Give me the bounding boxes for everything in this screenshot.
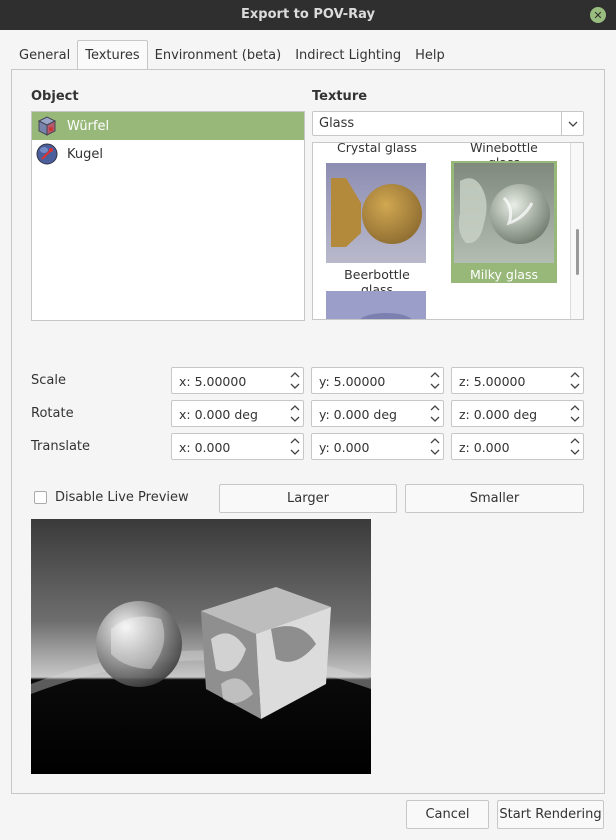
chevron-down-icon[interactable] (561, 112, 583, 135)
chevron-up-icon (570, 405, 580, 411)
object-item-label: Kugel (67, 146, 103, 162)
translate-y-spinner[interactable]: y: 0.000 (311, 433, 444, 460)
chevron-down-icon (290, 416, 300, 422)
object-item-kugel[interactable]: Kugel (32, 140, 304, 168)
title-bar: Export to POV-Ray ✕ (0, 0, 616, 30)
rotate-z-spinner[interactable]: z: 0.000 deg (451, 400, 584, 427)
disable-live-preview-label: Disable Live Preview (55, 490, 189, 505)
texture-category-value: Glass (319, 116, 355, 131)
chevron-up-icon (290, 372, 300, 378)
disable-live-preview-checkbox[interactable] (34, 491, 47, 504)
tab-textures[interactable]: Textures (77, 40, 148, 70)
texture-scrollbar[interactable] (570, 143, 583, 319)
chevron-down-icon (570, 383, 580, 389)
translate-label: Translate (31, 439, 91, 454)
scale-y-spinner[interactable]: y: 5.00000 (311, 367, 444, 394)
object-list[interactable]: Würfel Kugel (31, 111, 305, 321)
close-button[interactable]: ✕ (590, 7, 606, 23)
chevron-down-icon (290, 449, 300, 455)
swatch-next-row[interactable] (326, 291, 426, 319)
scale-z-spinner[interactable]: z: 5.00000 (451, 367, 584, 394)
tab-environment[interactable]: Environment (beta) (148, 40, 289, 70)
larger-button[interactable]: Larger (219, 484, 397, 513)
scale-label: Scale (31, 373, 66, 388)
translate-x-spinner[interactable]: x: 0.000 (171, 433, 304, 460)
translate-z-spinner[interactable]: z: 0.000 (451, 433, 584, 460)
close-icon: ✕ (593, 8, 603, 22)
object-header: Object (31, 89, 79, 104)
chevron-up-icon (290, 405, 300, 411)
chevron-up-icon (430, 372, 440, 378)
tab-indirect-lighting[interactable]: Indirect Lighting (288, 40, 408, 70)
swatch-label-milky-glass: Milky glass (470, 267, 538, 282)
chevron-up-icon (430, 405, 440, 411)
chevron-up-icon (570, 372, 580, 378)
cancel-button[interactable]: Cancel (406, 800, 489, 829)
object-item-label: Würfel (67, 118, 110, 134)
live-preview-image (31, 519, 371, 774)
swatch-milky-glass[interactable] (454, 163, 554, 263)
smaller-button[interactable]: Smaller (405, 484, 584, 513)
scrollbar-thumb[interactable] (576, 229, 579, 275)
chevron-down-icon (570, 416, 580, 422)
start-rendering-button[interactable]: Start Rendering (497, 800, 604, 829)
rotate-x-spinner[interactable]: x: 0.000 deg (171, 400, 304, 427)
texture-category-select[interactable]: Glass (312, 111, 584, 136)
tab-help[interactable]: Help (408, 40, 452, 70)
sphere-icon (36, 143, 58, 165)
chevron-down-icon (430, 383, 440, 389)
scale-x-spinner[interactable]: x: 5.00000 (171, 367, 304, 394)
tab-bar: General Textures Environment (beta) Indi… (12, 40, 452, 70)
chevron-up-icon (570, 438, 580, 444)
swatch-beerbottle-glass[interactable] (326, 163, 426, 263)
chevron-down-icon (430, 449, 440, 455)
swatch-label-crystal-glass: Crystal glass (337, 142, 417, 155)
cube-icon (37, 116, 57, 136)
rotate-label: Rotate (31, 406, 74, 421)
chevron-down-icon (290, 383, 300, 389)
tab-general[interactable]: General (12, 40, 77, 70)
chevron-up-icon (430, 438, 440, 444)
texture-header: Texture (312, 89, 368, 104)
chevron-down-icon (430, 416, 440, 422)
chevron-up-icon (290, 438, 300, 444)
window-title: Export to POV-Ray (241, 7, 375, 22)
chevron-down-icon (570, 449, 580, 455)
texture-gallery[interactable]: Crystal glass Winebottle glass Beerbottl… (312, 142, 584, 320)
rotate-y-spinner[interactable]: y: 0.000 deg (311, 400, 444, 427)
object-item-wurfel[interactable]: Würfel (32, 112, 304, 140)
